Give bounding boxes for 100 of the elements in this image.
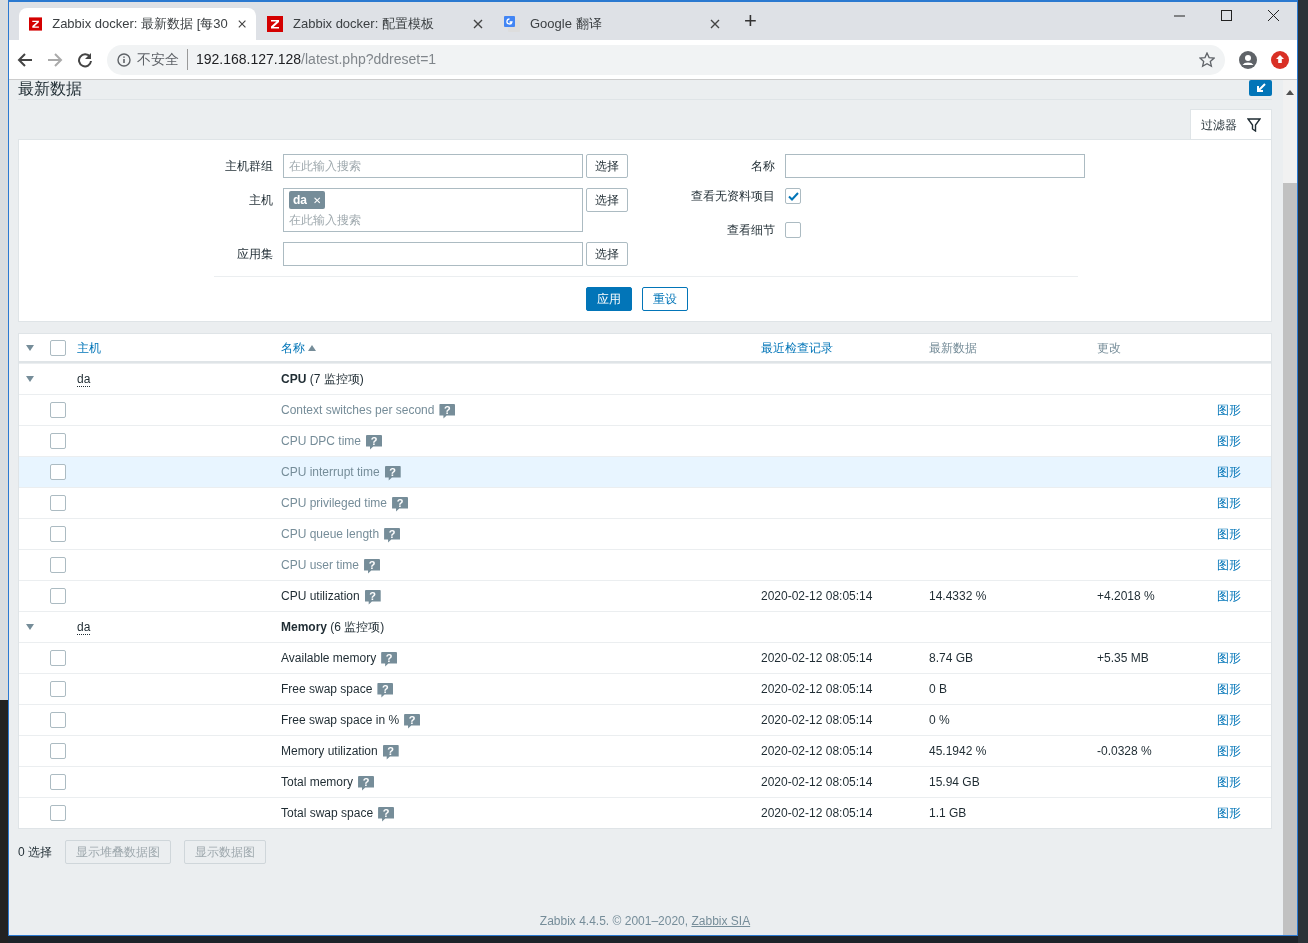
- remove-tag-button[interactable]: ✕: [313, 192, 322, 208]
- checkbox[interactable]: [50, 650, 66, 666]
- input-field[interactable]: [283, 242, 583, 266]
- fullscreen-button[interactable]: [1249, 80, 1272, 96]
- last-check-cell-text: 2020-02-12 08:05:14: [761, 743, 874, 760]
- value-cell-text: 14.4332 %: [929, 588, 988, 605]
- help-icon[interactable]: ?: [382, 744, 399, 760]
- checkbox[interactable]: [50, 557, 66, 573]
- graph-link[interactable]: 图形: [1217, 403, 1241, 417]
- help-icon[interactable]: ?: [364, 558, 381, 574]
- close-icon[interactable]: [237, 19, 246, 29]
- help-icon[interactable]: ?: [384, 465, 401, 481]
- scrollbar-thumb[interactable]: [1283, 183, 1297, 935]
- shrink-arrow-icon: [1255, 83, 1266, 93]
- item-name: Context switches per second: [281, 403, 435, 417]
- host-link[interactable]: da: [77, 619, 91, 635]
- apply-button[interactable]: 应用: [586, 287, 632, 311]
- scroll-up-icon[interactable]: [1286, 90, 1294, 95]
- change-cell-text: -0.0328 %: [1097, 743, 1153, 760]
- checkbox[interactable]: [50, 681, 66, 697]
- graph-link[interactable]: 图形: [1217, 496, 1241, 510]
- help-icon[interactable]: ?: [439, 403, 456, 419]
- checkbox[interactable]: [50, 743, 66, 759]
- help-icon[interactable]: ?: [366, 434, 382, 450]
- page-title: 最新数据: [18, 80, 82, 98]
- field-label: 查看无资料项目: [690, 188, 775, 205]
- group-name: Memory (6 监控项): [281, 619, 386, 636]
- graph-link[interactable]: 图形: [1217, 775, 1241, 789]
- url-path: /latest.php?ddreset=1: [301, 50, 437, 69]
- checkbox[interactable]: [50, 526, 66, 542]
- update-icon[interactable]: [1271, 50, 1289, 69]
- checkbox[interactable]: [50, 433, 66, 449]
- graph-link[interactable]: 图形: [1217, 527, 1241, 541]
- reload-icon[interactable]: [77, 51, 93, 68]
- help-icon[interactable]: ?: [404, 713, 421, 729]
- select-button[interactable]: 选择: [586, 242, 628, 266]
- star-icon[interactable]: [1199, 51, 1215, 68]
- help-icon[interactable]: ?: [358, 775, 375, 791]
- item-name: CPU DPC time: [281, 434, 361, 448]
- browser-tab[interactable]: Zabbix docker: 配置模板: [256, 8, 493, 40]
- checkbox[interactable]: [50, 588, 66, 604]
- host-link[interactable]: da: [77, 371, 91, 387]
- last-check-cell-text: 2020-02-12 08:05:14: [761, 681, 874, 698]
- item-name: Total memory: [281, 775, 354, 789]
- help-icon[interactable]: ?: [378, 806, 395, 822]
- browser-tab[interactable]: Google 翻译: [493, 8, 730, 40]
- close-icon[interactable]: [1268, 10, 1279, 21]
- graph-link[interactable]: 图形: [1217, 651, 1241, 665]
- close-icon[interactable]: [473, 19, 483, 29]
- select-button[interactable]: 选择: [586, 154, 628, 178]
- checkbox[interactable]: [50, 774, 66, 790]
- column-header-link[interactable]: 最近检查记录: [761, 340, 833, 355]
- graph-link[interactable]: 图形: [1217, 806, 1241, 820]
- graph-link[interactable]: 图形: [1217, 465, 1241, 479]
- graph-link[interactable]: 图形: [1217, 713, 1241, 727]
- browser-tab[interactable]: Zabbix docker: 最新数据 [每30: [19, 8, 256, 40]
- forward-icon[interactable]: [47, 51, 63, 68]
- checkbox[interactable]: [50, 339, 66, 356]
- checkbox[interactable]: [50, 495, 66, 511]
- select-button[interactable]: 选择: [586, 188, 628, 212]
- help-icon[interactable]: ?: [364, 589, 381, 605]
- filter-tab[interactable]: 过滤器: [1190, 109, 1272, 139]
- checkbox[interactable]: [785, 222, 801, 238]
- collapse-icon[interactable]: [26, 344, 34, 351]
- item-name: CPU privileged time: [281, 496, 388, 510]
- graph-link[interactable]: 图形: [1217, 434, 1241, 448]
- value-cell-text: 1.1 GB: [929, 805, 968, 822]
- search-field[interactable]: 在此输入搜索: [283, 154, 583, 178]
- graph-link[interactable]: 图形: [1217, 558, 1241, 572]
- footer-text: Zabbix 4.4.5. © 2001–2020, Zabbix SIA: [539, 914, 751, 928]
- help-icon[interactable]: ?: [377, 682, 394, 698]
- column-header-link[interactable]: 名称: [281, 340, 305, 355]
- back-icon[interactable]: [17, 51, 33, 68]
- help-icon[interactable]: ?: [384, 527, 401, 543]
- graph-link[interactable]: 图形: [1217, 589, 1241, 603]
- checkbox[interactable]: [50, 712, 66, 728]
- value-cell-text: 45.1942 %: [929, 743, 988, 760]
- reset-button[interactable]: 重设: [642, 287, 688, 311]
- collapse-icon[interactable]: [26, 376, 34, 382]
- close-icon[interactable]: [710, 19, 720, 29]
- address-bar[interactable]: 不安全 192.168.127.128/latest.php?ddreset=1: [107, 44, 1225, 75]
- help-icon[interactable]: ?: [381, 651, 398, 667]
- account-icon[interactable]: [1239, 50, 1257, 69]
- url-host: 192.168.127.128: [195, 50, 302, 69]
- checkbox[interactable]: [50, 464, 66, 480]
- new-tab-button[interactable]: +: [744, 3, 757, 37]
- checkbox[interactable]: [50, 805, 66, 821]
- graph-link[interactable]: 图形: [1217, 744, 1241, 758]
- graph-link[interactable]: 图形: [1217, 682, 1241, 696]
- item-name: CPU queue length: [281, 527, 380, 541]
- maximize-icon[interactable]: [1221, 10, 1232, 21]
- column-header-link[interactable]: 主机: [77, 340, 101, 355]
- input-field[interactable]: [785, 154, 1085, 178]
- checkbox[interactable]: [50, 402, 66, 418]
- footer-link[interactable]: Zabbix SIA: [691, 914, 751, 928]
- help-icon[interactable]: ?: [392, 496, 409, 512]
- multiselect-field[interactable]: da ✕ 在此输入搜索: [283, 188, 583, 232]
- collapse-icon[interactable]: [26, 624, 34, 630]
- item-name: Memory utilization: [281, 744, 378, 758]
- checkbox[interactable]: [785, 188, 801, 204]
